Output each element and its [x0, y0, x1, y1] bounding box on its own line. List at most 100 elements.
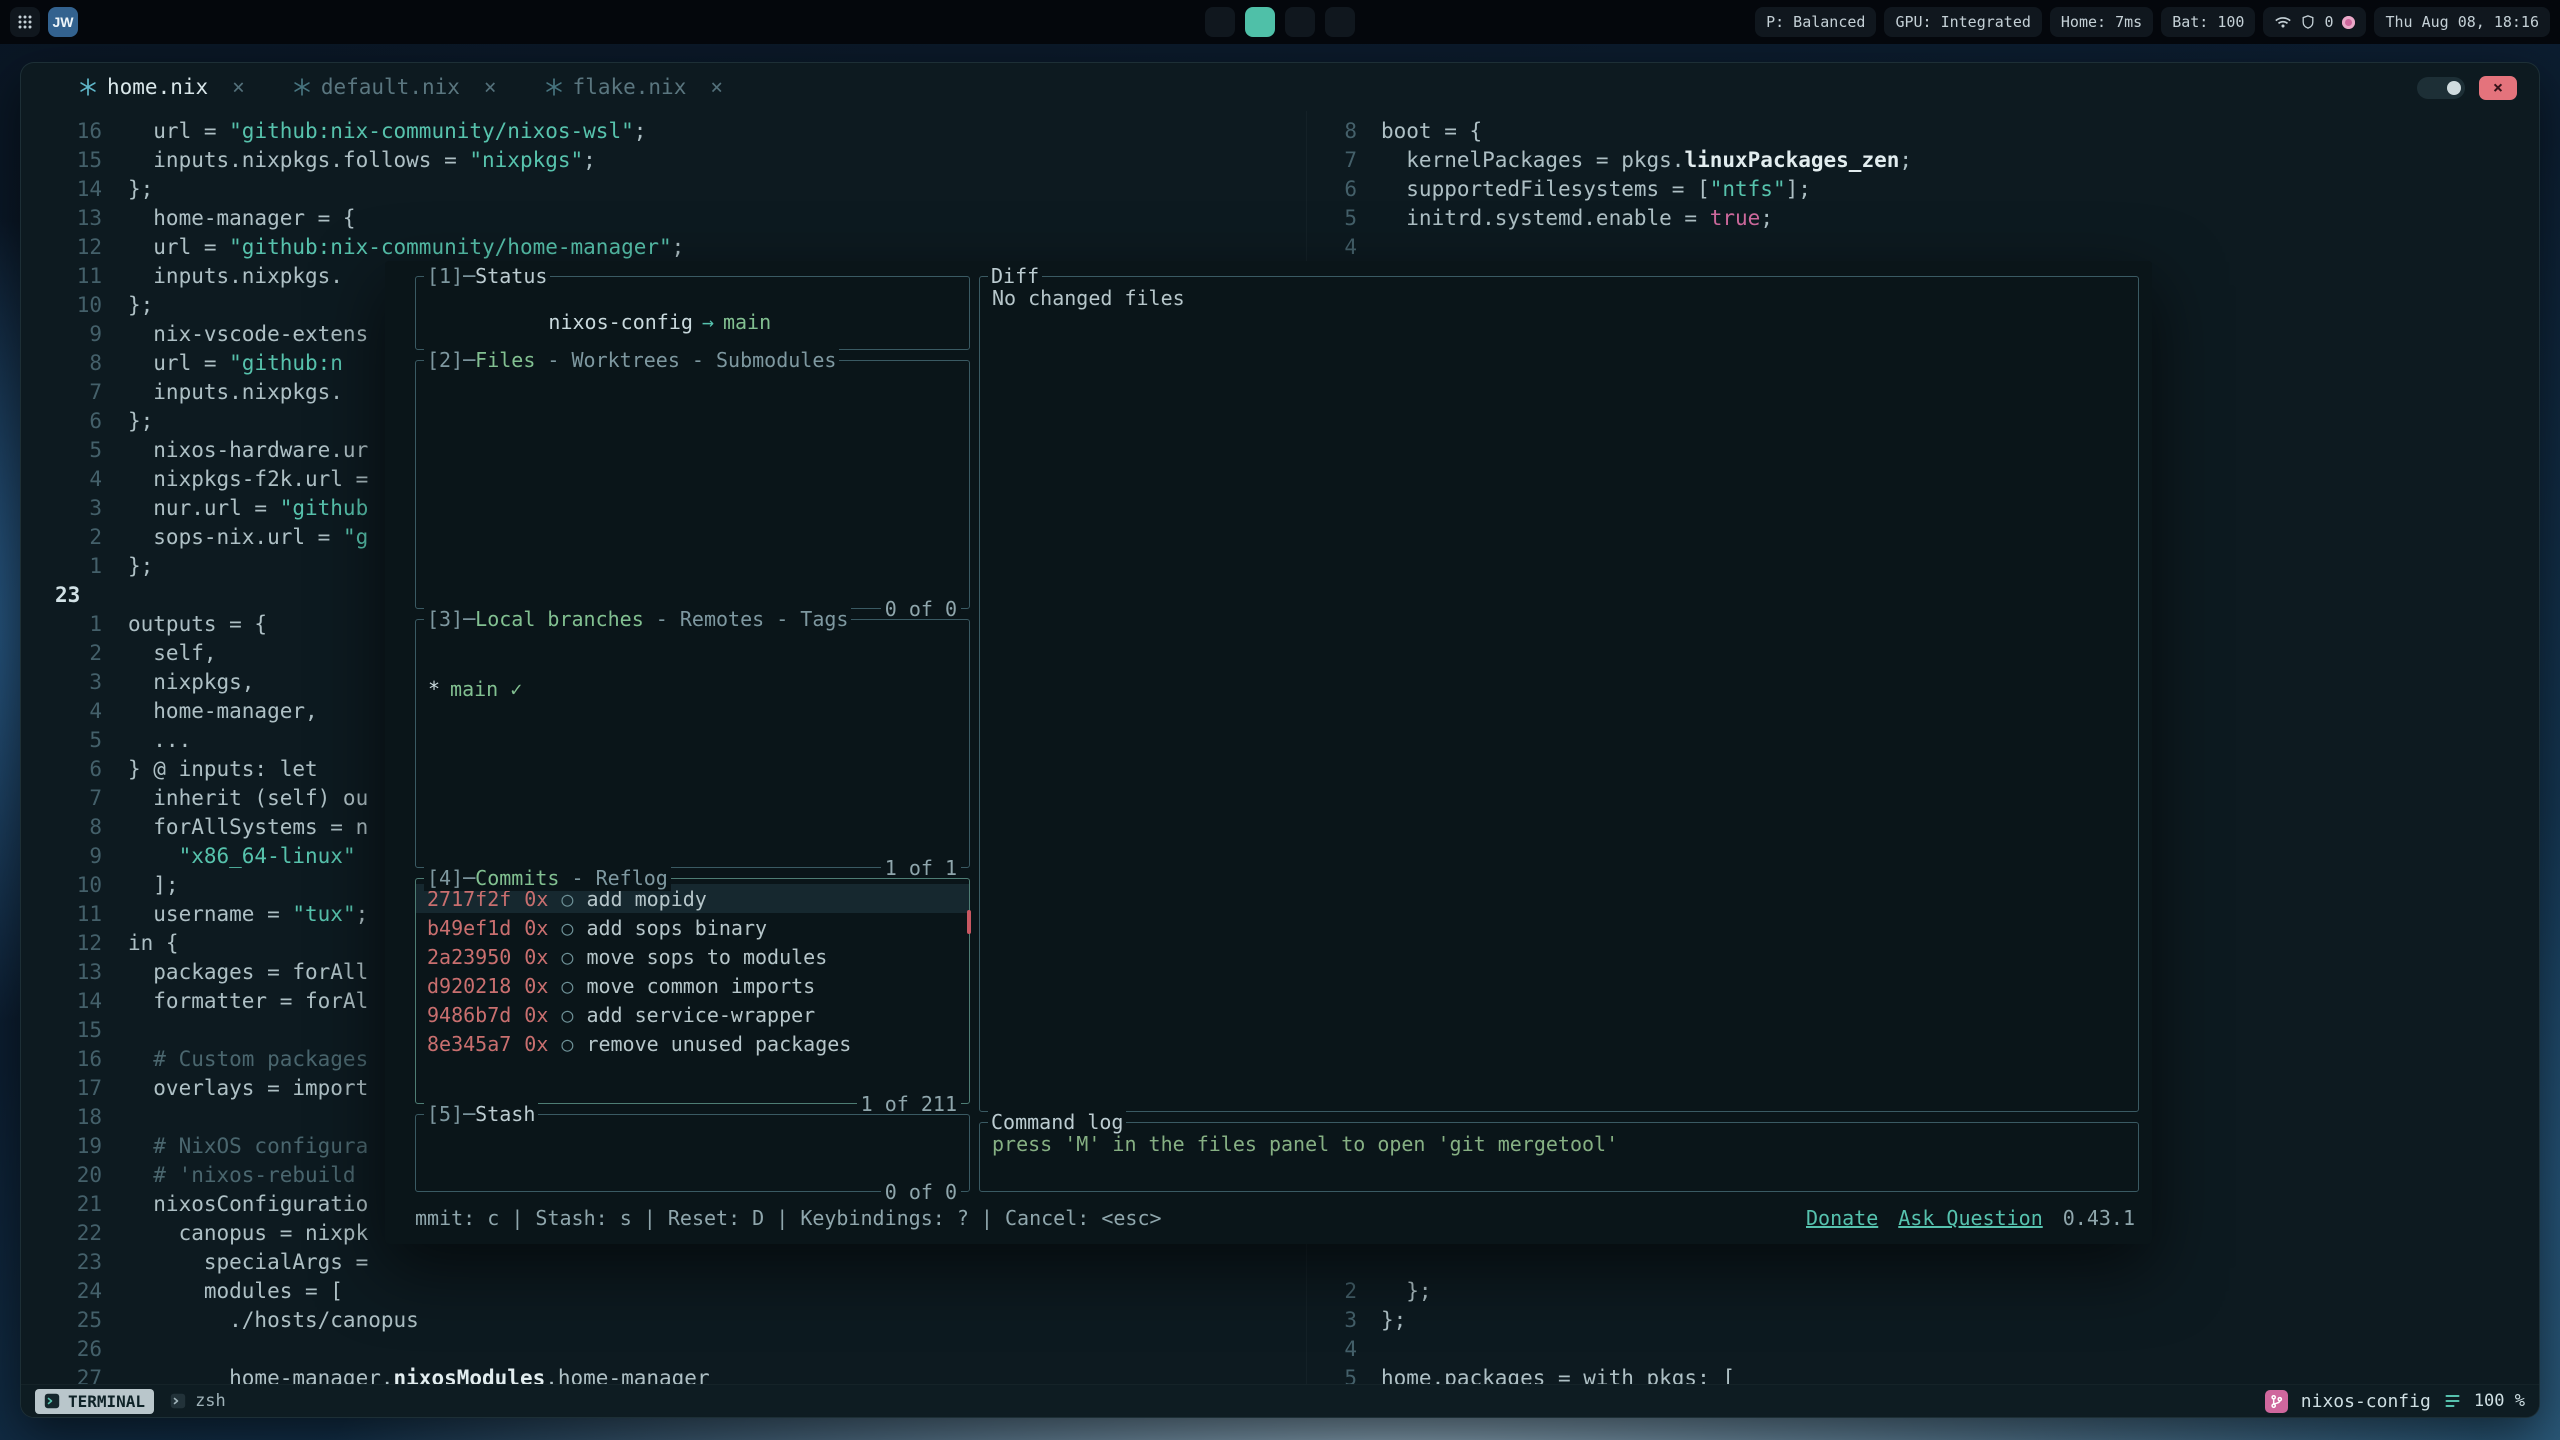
code-line[interactable]: 6 supportedFilesystems = ["ntfs"];: [1307, 175, 2539, 204]
code-line[interactable]: 8 boot = {: [1307, 117, 2539, 146]
git-branch-icon: [2265, 1390, 2288, 1413]
panel-name: Commits: [475, 865, 559, 891]
commit-message: move common imports: [586, 974, 815, 998]
keybinding-hints: mmit: c | Stash: s | Reset: D | Keybindi…: [415, 1206, 1162, 1230]
code-line[interactable]: 25 ./hosts/canopus: [21, 1306, 1306, 1335]
code-line[interactable]: 13 home-manager = {: [21, 204, 1306, 233]
commit-author: 0x: [524, 1003, 548, 1027]
window-toggle[interactable]: [2417, 77, 2465, 99]
code-text: # Custom packages: [128, 1045, 368, 1074]
module-label: P: Balanced: [1766, 13, 1865, 31]
code-text: formatter = forAl: [128, 987, 368, 1016]
workspace-button[interactable]: [1245, 7, 1275, 37]
line-number: 5: [1307, 1364, 1357, 1384]
user-badge[interactable]: JW: [48, 7, 78, 37]
module-label: Bat: 100: [2172, 13, 2244, 31]
workspace-button[interactable]: [1285, 7, 1315, 37]
workspace-button[interactable]: [1325, 7, 1355, 37]
code-line[interactable]: 5 home.packages = with pkgs; [: [1307, 1364, 2539, 1384]
wifi-icon: [2274, 15, 2292, 29]
code-line[interactable]: 16 url = "github:nix-community/nixos-wsl…: [21, 117, 1306, 146]
lazygit-command-log-panel[interactable]: Command log press 'M' in the files panel…: [979, 1122, 2139, 1192]
code-line[interactable]: 4: [1307, 1335, 2539, 1364]
commit-hash: 2a23950: [427, 945, 511, 969]
top-status-bar: JW P: Balanced GPU: Integrated Home: 7ms Ba…: [0, 0, 2560, 44]
code-line[interactable]: 4: [1307, 233, 2539, 262]
line-number: 1: [21, 552, 102, 581]
clock[interactable]: Thu Aug 08, 18:16: [2374, 7, 2550, 37]
line-number: 7: [21, 784, 102, 813]
ask-question-link[interactable]: Ask Question: [1898, 1206, 2043, 1230]
line-number: 1: [21, 610, 102, 639]
panel-name: Files: [475, 347, 535, 373]
code-text: boot = {: [1381, 117, 1482, 146]
line-number: 4: [1307, 1335, 1357, 1364]
code-text: # 'nixos-rebuild: [128, 1161, 356, 1190]
color-picker-icon: [2342, 16, 2355, 29]
lazygit-commits-panel[interactable]: [4]─Commits - Reflog 2717f2f0x○add mopid…: [415, 878, 970, 1104]
editor-tab[interactable]: home.nix ×: [79, 75, 245, 99]
lazygit-files-panel[interactable]: [2]─Files - Worktrees - Submodules 0 of …: [415, 360, 970, 609]
line-number: 14: [21, 175, 102, 204]
line-number: 4: [1307, 233, 1357, 262]
code-line[interactable]: 23 specialArgs =: [21, 1248, 1306, 1277]
lazygit-stash-panel[interactable]: [5]─Stash 0 of 0: [415, 1114, 970, 1192]
topbar-module[interactable]: Home: 7ms: [2050, 7, 2153, 37]
mode-label: TERMINAL: [68, 1392, 145, 1411]
line-number: 4: [21, 465, 102, 494]
donate-link[interactable]: Donate: [1806, 1206, 1878, 1230]
code-text: nur.url = "github: [128, 494, 368, 523]
commit-row[interactable]: 9486b7d0x○add service-wrapper: [416, 1000, 969, 1029]
code-line[interactable]: 7 kernelPackages = pkgs.linuxPackages_ze…: [1307, 146, 2539, 175]
line-number: 5: [1307, 204, 1357, 233]
app-launcher-button[interactable]: [10, 7, 40, 37]
code-text: home.packages = with pkgs; [: [1381, 1364, 1735, 1384]
lazygit-overlay: [1]─Status nixos-config→main [2]─Files -…: [385, 261, 2152, 1244]
topbar-module[interactable]: P: Balanced: [1755, 7, 1876, 37]
code-text: home-manager = {: [128, 204, 356, 233]
repo-name: nixos-config: [548, 310, 693, 334]
tab-close-icon[interactable]: ×: [484, 75, 497, 99]
code-line[interactable]: 15 inputs.nixpkgs.follows = "nixpkgs";: [21, 146, 1306, 175]
code-line[interactable]: 24 modules = [: [21, 1277, 1306, 1306]
code-text: forAllSystems = n: [128, 813, 368, 842]
line-number: 14: [21, 987, 102, 1016]
code-line[interactable]: 26: [21, 1335, 1306, 1364]
tab-close-icon[interactable]: ×: [232, 75, 245, 99]
line-number: 2: [1307, 1277, 1357, 1306]
code-text: inputs.nixpkgs.follows = "nixpkgs";: [128, 146, 596, 175]
code-text: nixpkgs,: [128, 668, 254, 697]
window-close-button[interactable]: ×: [2479, 76, 2517, 100]
code-line[interactable]: 12 url = "github:nix-community/home-mana…: [21, 233, 1306, 262]
code-line[interactable]: 2 };: [1307, 1277, 2539, 1306]
topbar-module[interactable]: Bat: 100: [2161, 7, 2255, 37]
code-line[interactable]: 3 };: [1307, 1306, 2539, 1335]
commit-row[interactable]: 8e345a70x○remove unused packages: [416, 1029, 969, 1058]
tab-close-icon[interactable]: ×: [710, 75, 723, 99]
branch-row[interactable]: *main ✓: [428, 677, 957, 701]
scrollbar-thumb[interactable]: [967, 910, 971, 934]
code-text: canopus = nixpk: [128, 1219, 368, 1248]
shell-label: zsh: [195, 1391, 226, 1411]
editor-tab[interactable]: default.nix ×: [293, 75, 497, 99]
commit-row[interactable]: b49ef1d0x○add sops binary: [416, 913, 969, 942]
system-tray[interactable]: 0: [2263, 7, 2366, 37]
code-text: # NixOS configura: [128, 1132, 368, 1161]
code-line[interactable]: 27 home-manager.nixosModules.home-manage…: [21, 1364, 1306, 1384]
editor-tab[interactable]: flake.nix ×: [545, 75, 723, 99]
lazygit-status-panel[interactable]: [1]─Status nixos-config→main: [415, 276, 970, 350]
code-text: self,: [128, 639, 217, 668]
lazygit-diff-panel[interactable]: Diff No changed files: [979, 276, 2139, 1112]
code-line[interactable]: 5 initrd.systemd.enable = true;: [1307, 204, 2539, 233]
line-number: 4: [21, 697, 102, 726]
shell-indicator: zsh: [170, 1391, 226, 1411]
commit-message: add sops binary: [586, 916, 767, 940]
commit-row[interactable]: 2a239500x○move sops to modules: [416, 942, 969, 971]
code-line[interactable]: 14 };: [21, 175, 1306, 204]
workspace-button[interactable]: [1205, 7, 1235, 37]
commit-row[interactable]: d9202180x○move common imports: [416, 971, 969, 1000]
lazygit-left-column: [1]─Status nixos-config→main [2]─Files -…: [415, 276, 970, 1192]
topbar-module[interactable]: GPU: Integrated: [1884, 7, 2041, 37]
line-number: 15: [21, 1016, 102, 1045]
lazygit-branches-panel[interactable]: [3]─Local branches - Remotes - Tags *mai…: [415, 619, 970, 868]
